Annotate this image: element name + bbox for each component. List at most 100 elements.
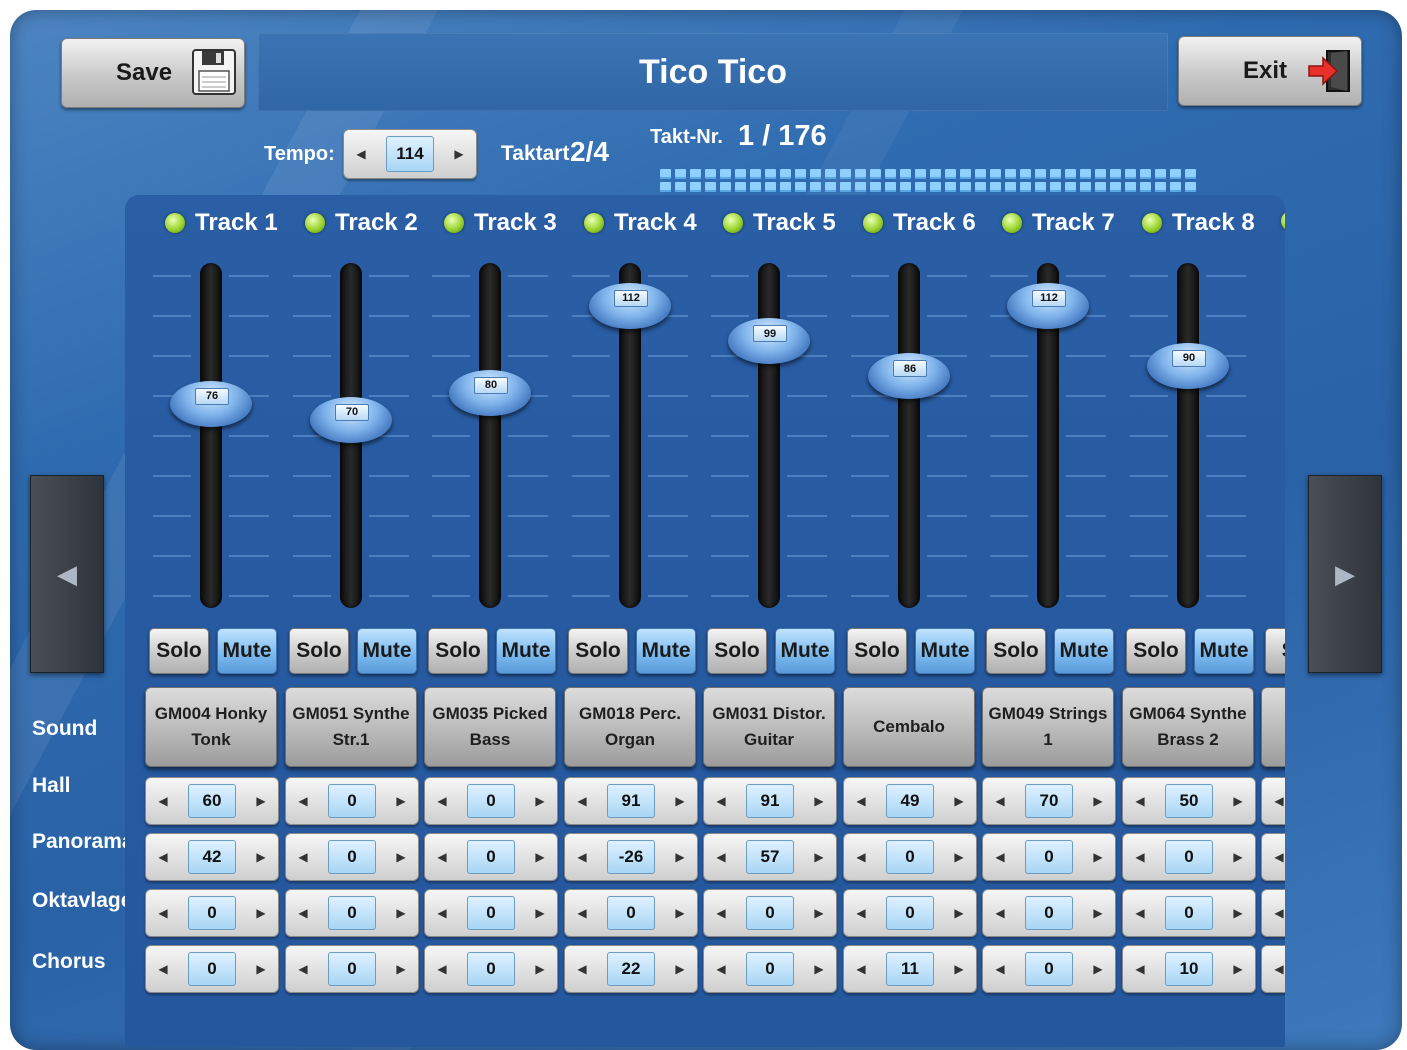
panorama-stepper[interactable]: ◀ 0 ▶ [982, 833, 1116, 881]
volume-fader-track[interactable] [898, 263, 920, 608]
chorus-stepper[interactable]: ◀ 22 ▶ [564, 945, 698, 993]
hall-stepper-increase-icon[interactable]: ▶ [1221, 778, 1255, 824]
mute-button[interactable]: Mute [496, 628, 556, 674]
tempo-stepper[interactable]: ◀ 114 ▶ [343, 129, 477, 179]
oktavlage-stepper-increase-icon[interactable]: ▶ [384, 890, 418, 936]
hall-stepper-decrease-icon[interactable]: ◀ [844, 778, 878, 824]
chorus-stepper-decrease-icon[interactable]: ◀ [1123, 946, 1157, 992]
chorus-stepper[interactable]: ◀ 0 ▶ [424, 945, 558, 993]
scroll-left-button[interactable]: ◀ [30, 475, 104, 673]
chorus-stepper-increase-icon[interactable]: ▶ [384, 946, 418, 992]
solo-button[interactable]: Solo [149, 628, 209, 674]
oktavlage-stepper-decrease-icon[interactable]: ◀ [983, 890, 1017, 936]
oktavlage-stepper-increase-icon[interactable]: ▶ [244, 890, 278, 936]
volume-fader-knob[interactable]: 76 [170, 380, 252, 427]
sound-select-button[interactable]: GM004 Honky Tonk [145, 687, 277, 767]
mute-button[interactable]: Mute [357, 628, 417, 674]
hall-stepper-increase-icon[interactable]: ▶ [663, 778, 697, 824]
volume-fader-knob[interactable]: 90 [1147, 342, 1229, 389]
track-active-led-icon[interactable] [165, 213, 185, 233]
hall-stepper-increase-icon[interactable]: ▶ [244, 778, 278, 824]
oktavlage-stepper-increase-icon[interactable]: ▶ [1221, 890, 1255, 936]
hall-stepper[interactable]: ◀ 0 ▶ [424, 777, 558, 825]
sound-select-button[interactable]: Cembalo [843, 687, 975, 767]
hall-stepper[interactable]: ◀ 49 ▶ [843, 777, 977, 825]
chorus-stepper-increase-icon[interactable]: ▶ [1221, 946, 1255, 992]
volume-fader-knob[interactable]: 112 [589, 282, 671, 329]
solo-button[interactable]: So [1265, 628, 1285, 674]
chorus-stepper-increase-icon[interactable]: ▶ [1081, 946, 1115, 992]
track-active-led-icon[interactable] [584, 213, 604, 233]
chorus-stepper-increase-icon[interactable]: ▶ [663, 946, 697, 992]
panorama-stepper-increase-icon[interactable]: ▶ [384, 834, 418, 880]
volume-fader-knob[interactable]: 99 [728, 318, 810, 365]
volume-fader-knob[interactable]: 80 [449, 369, 531, 416]
chorus-stepper[interactable]: ◀ 10 ▶ [1122, 945, 1256, 993]
hall-stepper-decrease-icon[interactable]: ◀ [983, 778, 1017, 824]
chorus-stepper[interactable]: ◀ 0 ▶ [145, 945, 279, 993]
hall-stepper[interactable]: ◀ 70 ▶ [982, 777, 1116, 825]
sound-select-button[interactable]: GM051 Synthe Str.1 [285, 687, 417, 767]
chorus-stepper-decrease-icon[interactable]: ◀ [146, 946, 180, 992]
volume-fader-track[interactable] [479, 263, 501, 608]
panorama-stepper[interactable]: ◀ 42 ▶ [145, 833, 279, 881]
oktavlage-stepper[interactable]: ◀ 0 ▶ [424, 889, 558, 937]
solo-button[interactable]: Solo [847, 628, 907, 674]
panorama-stepper[interactable]: ◀ 0 ▶ [1122, 833, 1256, 881]
hall-stepper[interactable]: ◀ 60 ▶ [145, 777, 279, 825]
panorama-stepper[interactable]: ◀ 0 ▶ [285, 833, 419, 881]
oktavlage-stepper-decrease-icon[interactable]: ◀ [286, 890, 320, 936]
save-button[interactable]: Save [61, 38, 245, 108]
panorama-stepper-decrease-icon[interactable]: ◀ [844, 834, 878, 880]
hall-stepper[interactable]: ◀ 0 ▶ [285, 777, 419, 825]
oktavlage-stepper[interactable]: ◀ 0 ▶ [145, 889, 279, 937]
oktavlage-stepper[interactable]: ◀ 0 ▶ [843, 889, 977, 937]
hall-stepper-increase-icon[interactable]: ▶ [1081, 778, 1115, 824]
oktavlage-stepper-increase-icon[interactable]: ▶ [1081, 890, 1115, 936]
mute-button[interactable]: Mute [915, 628, 975, 674]
oktavlage-stepper-decrease-icon[interactable]: ◀ [844, 890, 878, 936]
hall-stepper-decrease-icon[interactable]: ◀ [146, 778, 180, 824]
hall-stepper-decrease-icon[interactable]: ◀ [565, 778, 599, 824]
chorus-stepper-decrease-icon[interactable]: ◀ [844, 946, 878, 992]
panorama-decrease-icon[interactable]: ◀ [1262, 834, 1285, 880]
chorus-stepper-increase-icon[interactable]: ▶ [942, 946, 976, 992]
oktavlage-stepper-decrease-icon[interactable]: ◀ [146, 890, 180, 936]
track-active-led-icon[interactable] [723, 213, 743, 233]
solo-button[interactable]: Solo [289, 628, 349, 674]
chorus-stepper-decrease-icon[interactable]: ◀ [983, 946, 1017, 992]
solo-button[interactable]: Solo [1126, 628, 1186, 674]
hall-stepper-increase-icon[interactable]: ▶ [523, 778, 557, 824]
panorama-stepper-increase-icon[interactable]: ▶ [663, 834, 697, 880]
volume-fader-knob[interactable]: 86 [868, 353, 950, 400]
oktavlage-stepper[interactable]: ◀ 0 ▶ [982, 889, 1116, 937]
panorama-stepper-increase-icon[interactable]: ▶ [244, 834, 278, 880]
mute-button[interactable]: Mute [775, 628, 835, 674]
chorus-stepper[interactable]: ◀ [1261, 945, 1285, 993]
track-active-led-icon[interactable] [863, 213, 883, 233]
sound-select-button[interactable]: GM064 Synthe Brass 2 [1122, 687, 1254, 767]
hall-stepper-increase-icon[interactable]: ▶ [942, 778, 976, 824]
oktavlage-stepper-decrease-icon[interactable]: ◀ [704, 890, 738, 936]
panorama-stepper-increase-icon[interactable]: ▶ [1081, 834, 1115, 880]
hall-stepper[interactable]: ◀ 91 ▶ [703, 777, 837, 825]
sound-select-button[interactable]: GM [1261, 687, 1285, 767]
hall-stepper[interactable]: ◀ 91 ▶ [564, 777, 698, 825]
chorus-stepper-decrease-icon[interactable]: ◀ [425, 946, 459, 992]
oktavlage-stepper-increase-icon[interactable]: ▶ [663, 890, 697, 936]
chorus-stepper-increase-icon[interactable]: ▶ [244, 946, 278, 992]
panorama-stepper-decrease-icon[interactable]: ◀ [704, 834, 738, 880]
chorus-stepper-decrease-icon[interactable]: ◀ [286, 946, 320, 992]
oktavlage-stepper-decrease-icon[interactable]: ◀ [565, 890, 599, 936]
chorus-decrease-icon[interactable]: ◀ [1262, 946, 1285, 992]
oktavlage-stepper[interactable]: ◀ 0 ▶ [1122, 889, 1256, 937]
scroll-right-button[interactable]: ▶ [1308, 475, 1382, 673]
chorus-stepper[interactable]: ◀ 0 ▶ [982, 945, 1116, 993]
sound-select-button[interactable]: GM018 Perc. Organ [564, 687, 696, 767]
solo-button[interactable]: Solo [568, 628, 628, 674]
volume-fader-track[interactable] [758, 263, 780, 608]
mute-button[interactable]: Mute [217, 628, 277, 674]
panorama-stepper[interactable]: ◀ [1261, 833, 1285, 881]
chorus-stepper[interactable]: ◀ 0 ▶ [703, 945, 837, 993]
track-active-led-icon[interactable] [444, 213, 464, 233]
